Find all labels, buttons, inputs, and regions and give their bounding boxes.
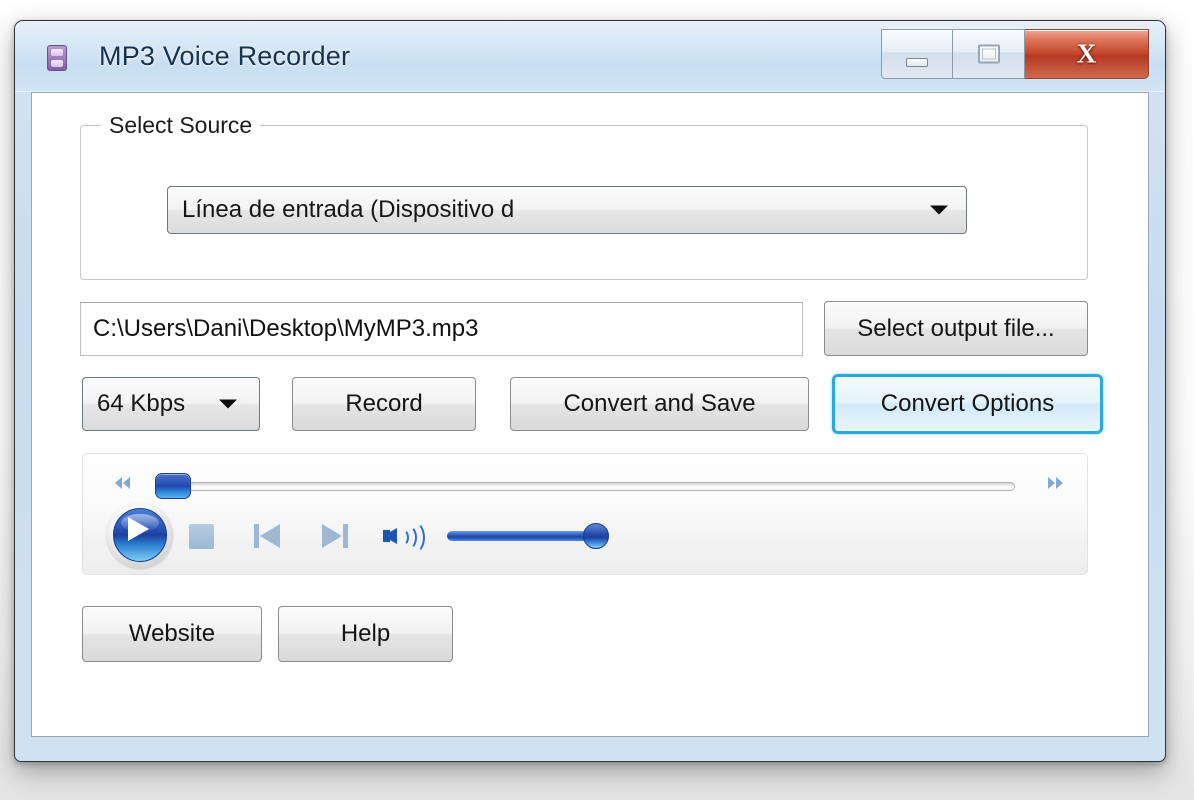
chevron-down-icon — [930, 205, 948, 215]
source-device-value: Línea de entrada (Dispositivo d — [182, 196, 515, 223]
select-source-group: Select Source Línea de entrada (Disposit… — [80, 112, 1088, 280]
minimize-button[interactable] — [881, 29, 953, 79]
previous-track-button[interactable] — [253, 522, 285, 550]
stop-button[interactable] — [189, 524, 214, 549]
source-device-combo[interactable]: Línea de entrada (Dispositivo d — [167, 186, 967, 234]
select-source-label: Select Source — [101, 112, 261, 139]
rewind-icon[interactable] — [115, 477, 130, 489]
title-bar: MP3 Voice Recorder X — [15, 21, 1165, 92]
volume-slider-thumb[interactable] — [583, 523, 609, 549]
screen: MP3 Voice Recorder X Select Source Línea — [0, 0, 1194, 800]
record-button[interactable]: Record — [292, 377, 476, 431]
speaker-icon[interactable] — [383, 520, 429, 554]
bitrate-combo[interactable]: 64 Kbps — [82, 377, 260, 431]
volume-slider[interactable] — [447, 531, 597, 541]
maximize-button[interactable] — [953, 29, 1025, 79]
play-button[interactable] — [107, 502, 173, 568]
recorder-icon — [45, 45, 69, 71]
media-player-panel — [82, 453, 1088, 575]
seek-slider-thumb[interactable] — [155, 473, 191, 499]
play-icon — [128, 517, 149, 541]
convert-and-save-button[interactable]: Convert and Save — [510, 377, 809, 431]
help-button[interactable]: Help — [278, 606, 453, 662]
seek-row — [83, 468, 1087, 499]
website-button[interactable]: Website — [82, 606, 262, 662]
select-output-file-button[interactable]: Select output file... — [824, 301, 1088, 356]
next-track-button[interactable] — [317, 522, 349, 550]
client-area: Select Source Línea de entrada (Disposit… — [31, 92, 1149, 737]
fast-forward-icon[interactable] — [1048, 477, 1063, 489]
bitrate-value: 64 Kbps — [97, 390, 186, 417]
minimize-icon — [906, 58, 928, 67]
output-path-input[interactable]: C:\Users\Dani\Desktop\MyMP3.mp3 — [80, 302, 803, 356]
app-window: MP3 Voice Recorder X Select Source Línea — [14, 20, 1166, 762]
window-title: MP3 Voice Recorder — [99, 41, 351, 71]
close-icon: X — [1076, 38, 1097, 69]
window-controls: X — [881, 29, 1149, 79]
convert-options-button[interactable]: Convert Options — [832, 374, 1103, 434]
chevron-down-icon — [219, 399, 237, 409]
transport-controls — [83, 498, 1087, 574]
restore-icon — [977, 44, 1000, 64]
seek-slider[interactable] — [155, 482, 1015, 491]
output-path-value: C:\Users\Dani\Desktop\MyMP3.mp3 — [93, 315, 479, 342]
close-button[interactable]: X — [1025, 29, 1149, 79]
